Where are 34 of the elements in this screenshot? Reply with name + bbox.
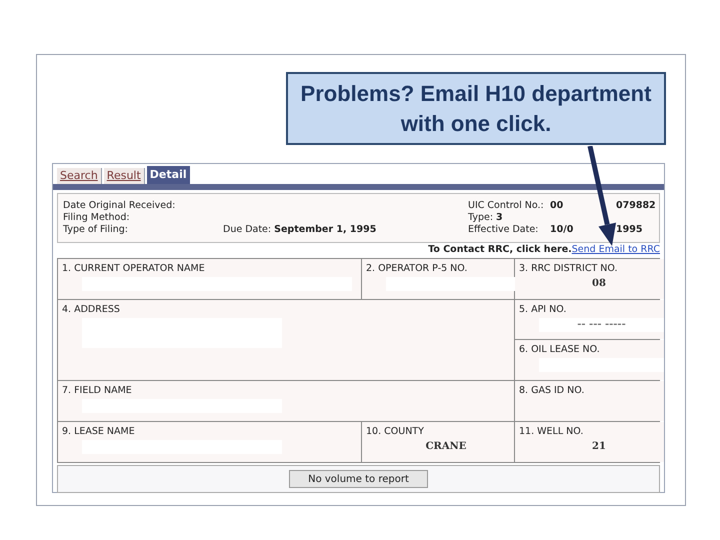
header-label: Filing Method: [63, 212, 131, 224]
header-label: Date Original Received: [63, 200, 176, 212]
callout-box: Problems? Email H10 department with one click. [286, 72, 666, 145]
field-label: 5. API NO. [519, 304, 568, 316]
tab[interactable]: Result [104, 168, 145, 184]
header-label: Type of Filing: [63, 224, 129, 236]
field-label: 4. ADDRESS [62, 304, 121, 316]
header-label: Type: [468, 212, 494, 224]
no-volume-button[interactable]: No volume to report [289, 470, 428, 488]
due-date: Due Date: September 1, 1995 [223, 224, 378, 236]
field-label: 7. FIELD NAME [62, 385, 133, 397]
field-label: 11. WELL NO. [519, 426, 584, 438]
field-label: 1. CURRENT OPERATOR NAME [62, 263, 206, 275]
field-label: 6. OIL LEASE NO. [519, 344, 601, 356]
header-value: 1995 [616, 224, 642, 236]
header-label: UIC Control No.: [468, 200, 545, 212]
tab[interactable]: Search [57, 168, 102, 184]
field-label: 10. COUNTY [366, 426, 425, 438]
field-value: 08 [592, 278, 606, 290]
field-value: 21 [592, 441, 606, 453]
send-email-link[interactable]: Send Email to RRC [572, 243, 660, 258]
field-label: 2. OPERATOR P-5 NO. [366, 263, 468, 275]
tab[interactable]: Detail [146, 166, 190, 184]
header-label: Effective Date: [468, 224, 540, 236]
field-value: -- --- ----- [577, 319, 626, 331]
field-label: 9. LEASE NAME [62, 426, 136, 438]
header-value: 10/0 [550, 224, 574, 236]
header-value: 079882 [616, 200, 656, 212]
header-value: 3 [496, 212, 503, 224]
field-value: CRANE [426, 441, 466, 453]
field-label: 3. RRC DISTRICT NO. [519, 263, 618, 275]
contact-text: To Contact RRC, click here. [428, 243, 572, 258]
field-label: 8. GAS ID NO. [519, 385, 586, 397]
header-value: 00 [550, 200, 564, 212]
